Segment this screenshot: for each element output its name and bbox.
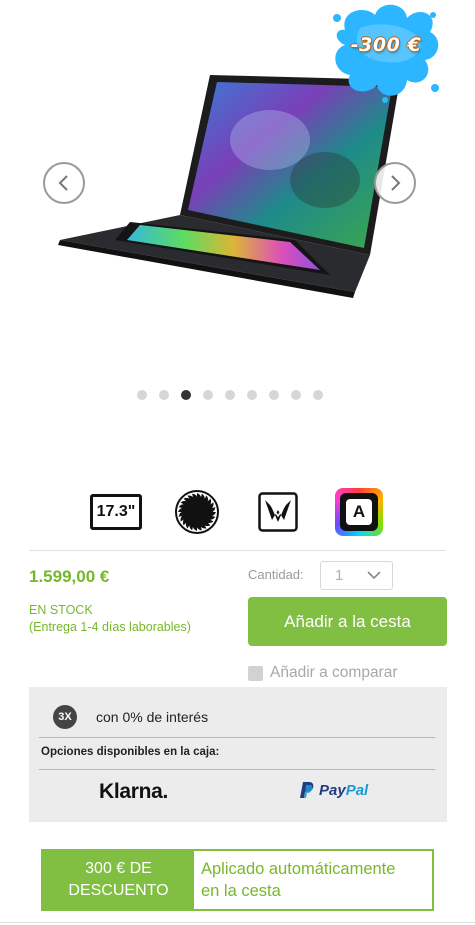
gallery-dot[interactable] xyxy=(247,390,257,400)
discount-banner: 300 € DE DESCUENTO Aplicado automáticame… xyxy=(41,849,434,911)
stock-info: EN STOCK (Entrega 1-4 días laborables) xyxy=(29,602,191,636)
divider xyxy=(39,737,435,738)
screen-size-feature: 17.3" xyxy=(90,487,142,537)
discount-applied-line-1: Aplicado automáticamente xyxy=(201,860,396,878)
predator-logo-feature xyxy=(252,487,304,537)
discount-applied-note: Aplicado automáticamente en la cesta xyxy=(194,851,432,909)
installments-badge: 3X xyxy=(53,705,77,729)
gallery-dot[interactable] xyxy=(291,390,301,400)
gallery-dot[interactable] xyxy=(203,390,213,400)
gallery-dot[interactable] xyxy=(137,390,147,400)
rgb-keyboard-feature: A xyxy=(333,487,385,537)
gallery-dot[interactable] xyxy=(181,390,191,400)
paypal-text-pal: Pal xyxy=(345,782,369,799)
gallery-next-button[interactable] xyxy=(374,162,416,204)
discount-applied-line-2: en la cesta xyxy=(201,882,281,900)
product-price: 1.599,00 € xyxy=(29,567,110,586)
delivery-estimate: (Entrega 1-4 días laborables) xyxy=(29,620,191,634)
predator-logo-icon xyxy=(258,492,298,532)
gallery-dot[interactable] xyxy=(269,390,279,400)
add-to-cart-button[interactable]: Añadir a la cesta xyxy=(248,597,447,646)
quantity-value: 1 xyxy=(335,567,344,584)
divider xyxy=(0,922,475,923)
feature-icons: 17.3" A xyxy=(0,487,475,537)
product-gallery: -300 € xyxy=(0,0,475,420)
gallery-dot[interactable] xyxy=(159,390,169,400)
keyboard-key-label: A xyxy=(346,499,372,525)
compare-label: Añadir a comparar xyxy=(270,664,398,681)
gallery-prev-button[interactable] xyxy=(43,162,85,204)
cooling-fan-feature xyxy=(171,487,223,537)
discount-line-1: 300 € DE xyxy=(85,860,152,877)
stock-status: EN STOCK xyxy=(29,603,93,617)
screen-size-badge: 17.3" xyxy=(90,494,142,530)
cooling-fan-icon xyxy=(175,490,219,534)
compare-checkbox[interactable] xyxy=(248,665,263,681)
gallery-pagination xyxy=(137,390,323,400)
paypal-logo: PayPal xyxy=(300,782,368,799)
chevron-right-icon xyxy=(391,175,401,191)
klarna-logo: Klarna. xyxy=(99,780,169,803)
paypal-text-pay: Pay xyxy=(319,782,346,799)
gallery-dot[interactable] xyxy=(313,390,323,400)
payment-options-label: Opciones disponibles en la caja: xyxy=(41,746,220,758)
rgb-keyboard-icon: A xyxy=(335,488,383,536)
discount-badge-text: -300 € xyxy=(350,34,422,56)
divider xyxy=(39,769,435,770)
chevron-left-icon xyxy=(58,175,68,191)
quantity-label: Cantidad: xyxy=(248,567,304,582)
quantity-select[interactable]: 1 xyxy=(320,561,393,590)
compare-toggle[interactable]: Añadir a comparar xyxy=(248,664,398,682)
divider xyxy=(29,550,446,551)
chevron-down-icon xyxy=(367,571,381,580)
discount-amount: 300 € DE DESCUENTO xyxy=(43,851,194,909)
paypal-icon xyxy=(300,782,314,798)
discount-line-2: DESCUENTO xyxy=(68,882,169,899)
payment-options-box: 3X con 0% de interés Opciones disponible… xyxy=(29,687,447,822)
gallery-dot[interactable] xyxy=(225,390,235,400)
interest-text: con 0% de interés xyxy=(96,709,209,725)
